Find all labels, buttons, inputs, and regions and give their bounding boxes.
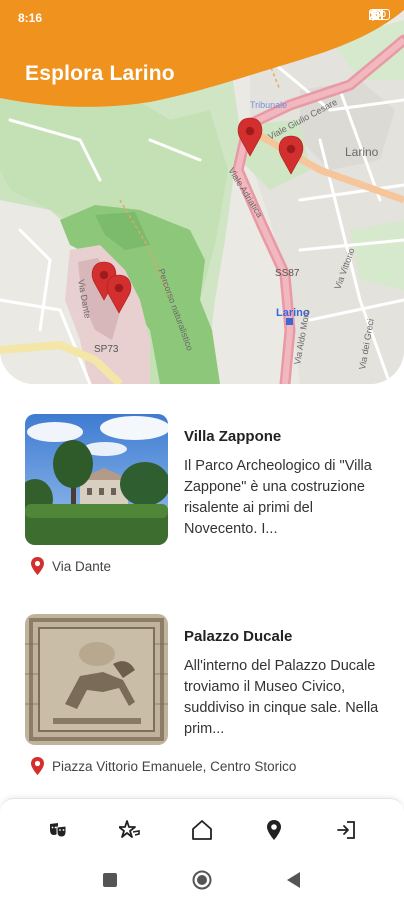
home-icon bbox=[192, 819, 212, 840]
home-system-button[interactable] bbox=[192, 870, 212, 890]
status-bar: 8:16 100 bbox=[0, 0, 404, 36]
wifi-icon bbox=[369, 9, 384, 20]
map-pin-icon bbox=[267, 819, 281, 840]
map-label-sp73: SP73 bbox=[94, 344, 119, 355]
place-address-text: Via Dante bbox=[52, 558, 112, 574]
place-title[interactable]: Villa Zappone bbox=[184, 428, 281, 445]
place-address-text: Piazza Vittorio Emanuele, Centro Storico bbox=[52, 758, 297, 774]
nav-events[interactable] bbox=[38, 810, 78, 850]
system-navigation bbox=[0, 860, 404, 900]
map-label-town: Larino bbox=[345, 145, 379, 159]
location-pin-icon bbox=[31, 557, 44, 575]
page-title: Esplora Larino bbox=[25, 62, 175, 85]
login-icon bbox=[337, 820, 355, 839]
place-title[interactable]: Palazzo Ducale bbox=[184, 628, 292, 645]
place-image-palazzo[interactable] bbox=[25, 614, 168, 745]
bottom-navigation bbox=[0, 798, 404, 860]
nav-favorites[interactable] bbox=[110, 810, 150, 850]
place-address: Piazza Vittorio Emanuele, Centro Storico bbox=[31, 757, 296, 775]
nav-map[interactable] bbox=[254, 810, 294, 850]
app-header: 8:16 100 Esplora Larino bbox=[0, 0, 404, 120]
nav-login[interactable] bbox=[326, 810, 366, 850]
map-label-ss87: SS87 bbox=[275, 268, 300, 279]
location-pin-icon bbox=[31, 757, 44, 775]
place-image-villa[interactable] bbox=[25, 414, 168, 545]
theater-masks-icon bbox=[50, 822, 67, 838]
place-card[interactable]: Villa Zappone Il Parco Archeologico di "… bbox=[25, 414, 385, 584]
place-card[interactable]: Palazzo Ducale All'interno del Palazzo D… bbox=[25, 614, 385, 784]
back-button[interactable] bbox=[287, 872, 301, 888]
recents-button[interactable] bbox=[103, 873, 117, 887]
app-screen: Larino SS87 SP73 Larino Tribunale Viale … bbox=[0, 0, 404, 900]
place-address: Via Dante bbox=[31, 557, 111, 575]
place-description: Il Parco Archeologico di "Villa Zappone"… bbox=[184, 458, 372, 537]
place-description: All'interno del Palazzo Ducale troviamo … bbox=[184, 658, 379, 737]
star-hand-icon bbox=[119, 819, 140, 838]
status-time: 8:16 bbox=[18, 11, 43, 25]
nav-home[interactable] bbox=[182, 810, 222, 850]
